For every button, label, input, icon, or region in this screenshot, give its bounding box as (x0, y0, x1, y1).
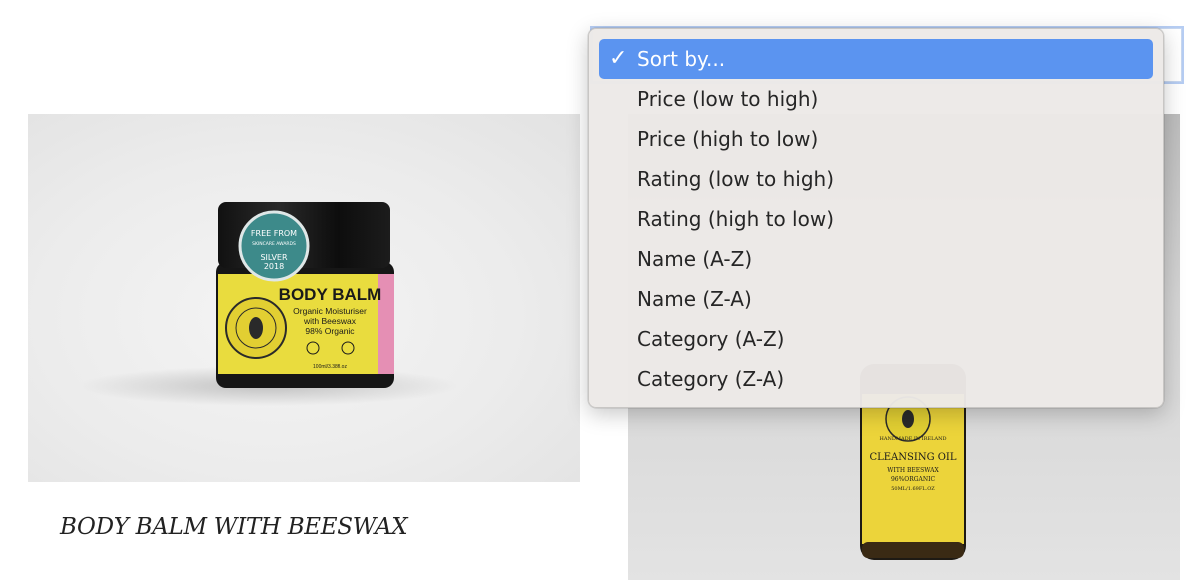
sort-option-label: Price (low to high) (637, 87, 819, 111)
svg-text:WITH BEESWAX: WITH BEESWAX (887, 467, 939, 474)
sort-option[interactable]: Price (high to low) (599, 119, 1153, 159)
svg-text:CLEANSING OIL: CLEANSING OIL (869, 452, 956, 463)
sort-option-label: Sort by... (637, 47, 726, 71)
sort-option[interactable]: Rating (high to low) (599, 199, 1153, 239)
sort-option[interactable]: Category (Z-A) (599, 359, 1153, 399)
sort-option-label: Name (Z-A) (637, 287, 752, 311)
body-balm-jar-image: FREE FROM SKINCARE AWARDS SILVER 2018 BO… (78, 202, 458, 406)
svg-text:Organic Moisturiser: Organic Moisturiser (293, 306, 367, 316)
svg-text:BODY BALM: BODY BALM (279, 285, 382, 304)
checkmark-icon: ✓ (609, 46, 628, 71)
svg-text:HANDMADE IN IRELAND: HANDMADE IN IRELAND (880, 436, 947, 442)
sort-option-label: Price (high to low) (637, 127, 819, 151)
product-image[interactable]: FREE FROM SKINCARE AWARDS SILVER 2018 BO… (28, 114, 580, 482)
svg-text:FREE FROM: FREE FROM (251, 229, 297, 238)
sort-option[interactable]: Category (A-Z) (599, 319, 1153, 359)
sort-option[interactable]: Price (low to high) (599, 79, 1153, 119)
svg-text:50ML/1.69FL.OZ: 50ML/1.69FL.OZ (891, 486, 935, 492)
sort-option[interactable]: ✓ Sort by... (599, 39, 1153, 79)
svg-text:100ml/3.38fl.oz: 100ml/3.38fl.oz (313, 364, 347, 370)
product-title[interactable]: BODY BALM WITH BEESWAX (60, 514, 408, 540)
sort-option[interactable]: Name (A-Z) (599, 239, 1153, 279)
svg-text:98% Organic: 98% Organic (305, 326, 355, 336)
svg-text:SKINCARE AWARDS: SKINCARE AWARDS (252, 241, 296, 247)
sort-option-label: Rating (high to low) (637, 207, 834, 231)
svg-text:with Beeswax: with Beeswax (303, 316, 357, 326)
sort-option[interactable]: Name (Z-A) (599, 279, 1153, 319)
sort-option-label: Category (Z-A) (637, 367, 785, 391)
sort-dropdown-menu[interactable]: ✓ Sort by... Price (low to high) Price (hig… (588, 28, 1164, 408)
sort-option-label: Category (A-Z) (637, 327, 785, 351)
svg-text:96%ORGANIC: 96%ORGANIC (891, 476, 936, 483)
svg-text:2018: 2018 (264, 262, 284, 271)
sort-option-label: Rating (low to high) (637, 167, 834, 191)
sort-option[interactable]: Rating (low to high) (599, 159, 1153, 199)
svg-text:SILVER: SILVER (260, 253, 288, 262)
product-listing-page: FREE FROM SKINCARE AWARDS SILVER 2018 BO… (0, 0, 1204, 580)
product-card[interactable]: FREE FROM SKINCARE AWARDS SILVER 2018 BO… (28, 114, 580, 540)
sort-option-label: Name (A-Z) (637, 247, 753, 271)
